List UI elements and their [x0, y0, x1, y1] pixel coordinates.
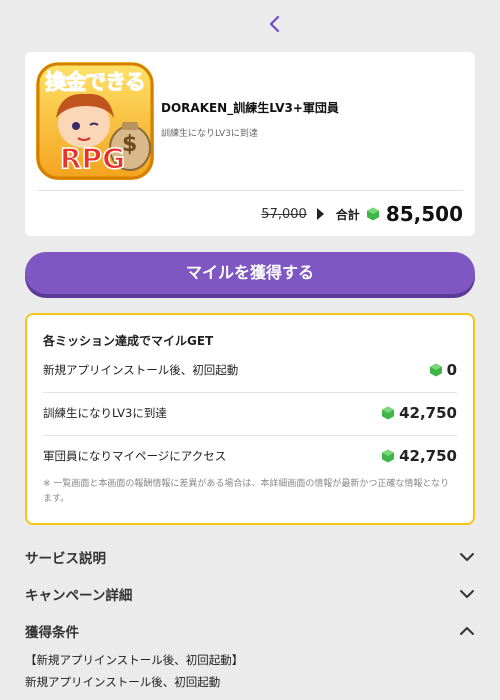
missions-panel: 各ミッション達成でマイルGET 新規アプリインストール後、初回起動 0 訓練生に… — [25, 313, 475, 525]
card-divider — [37, 190, 463, 191]
missions-title: 各ミッション達成でマイルGET — [43, 334, 214, 348]
accordion-label: キャンペーン詳細 — [25, 588, 133, 604]
mission-row: 軍団員になりマイページにアクセス 42,750 — [43, 444, 457, 468]
get-miles-button[interactable]: マイルを獲得する — [25, 252, 475, 294]
arrow-right-icon — [316, 208, 324, 220]
mission-divider — [43, 435, 457, 436]
price-row: 57,000 合計 85,500 — [261, 200, 463, 228]
mission-row: 訓練生になりLV3に到達 42,750 — [43, 401, 457, 425]
mission-label: 軍団員になりマイページにアクセス — [43, 449, 227, 463]
app-icon[interactable]: 換金できる RPG $ — [36, 62, 154, 180]
accordion-acquisition-conditions[interactable]: 獲得条件 — [25, 619, 475, 643]
icon-text-top: 換金できる — [45, 70, 147, 95]
accordion-label: サービス説明 — [25, 551, 106, 567]
old-price: 57,000 — [261, 206, 307, 222]
total-label: 合計 — [335, 207, 360, 222]
app-name: DORAKEN_訓練生LV3+軍団員 — [161, 101, 339, 115]
gem-icon — [366, 207, 379, 221]
mission-value: 42,750 — [399, 404, 457, 422]
gem-icon — [429, 363, 442, 377]
chevron-left-icon — [269, 15, 280, 33]
condition-heading: 【新規アプリインストール後、初回起動】 — [25, 653, 244, 667]
mission-divider — [43, 392, 457, 393]
app-subtitle: 訓練生になりLV3に到達 — [161, 129, 258, 139]
mission-value: 0 — [446, 361, 457, 379]
back-button[interactable] — [263, 12, 285, 36]
accordion-campaign-details[interactable]: キャンペーン詳細 — [25, 582, 475, 606]
condition-text: 新規アプリインストール後、初回起動 — [25, 675, 221, 689]
accordion-label: 獲得条件 — [25, 625, 79, 641]
mission-label: 訓練生になりLV3に到達 — [43, 406, 167, 420]
mission-value: 42,750 — [399, 447, 457, 465]
chevron-down-icon — [460, 590, 474, 598]
chevron-down-icon — [460, 553, 474, 561]
chevron-up-icon — [460, 627, 474, 635]
gem-icon — [382, 449, 395, 463]
icon-text-bottom: RPG — [59, 141, 126, 176]
mission-label: 新規アプリインストール後、初回起動 — [43, 363, 239, 377]
accordion-service-description[interactable]: サービス説明 — [25, 545, 475, 569]
dollar-icon: $ — [122, 132, 138, 157]
mission-row: 新規アプリインストール後、初回起動 0 — [43, 358, 457, 382]
total-value: 85,500 — [385, 202, 463, 226]
app-card: 換金できる RPG $ DORAKEN_訓練生LV3+軍団員 訓練生になりLV3… — [25, 52, 475, 236]
reward-note: ※ 一覧画面と本画面の報酬情報に差異がある場合は、本詳細画面の情報が最新かつ正確… — [43, 479, 450, 504]
gem-icon — [382, 406, 395, 420]
